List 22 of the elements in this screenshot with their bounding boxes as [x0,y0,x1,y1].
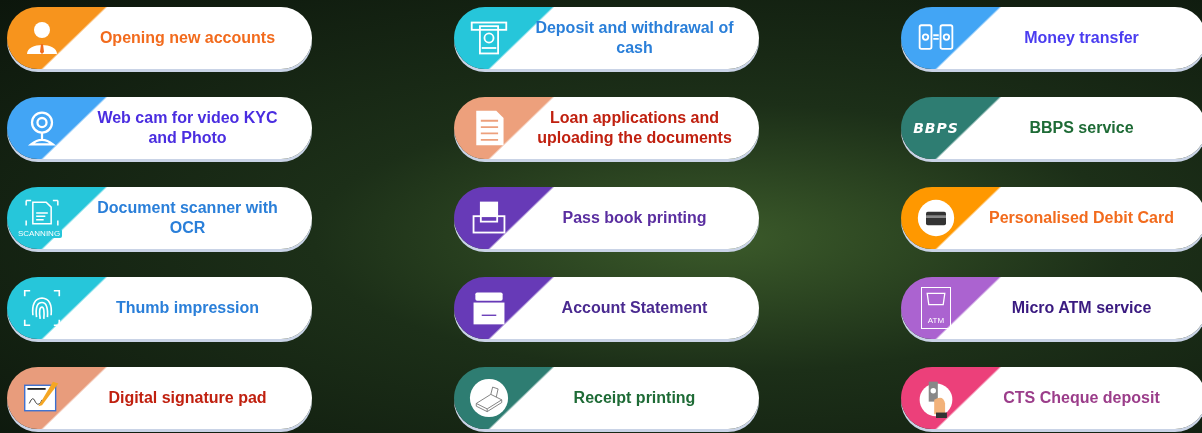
service-label: Pass book printing [561,208,708,228]
service-label: Personalised Debit Card [988,208,1175,228]
scanning-caption: SCANNING [15,229,63,238]
service-label: Account Statement [560,298,709,318]
service-label: Receipt printing [572,388,697,408]
service-label: Loan applications and uploading the documents [536,108,733,148]
service-label: Opening new accounts [98,28,277,48]
fingerprint-icon [22,288,62,328]
service-label: Thumb impression [114,298,261,318]
service-label: Money transfer [1023,28,1140,48]
service-label: BBPS service [1028,118,1135,138]
bbps-logo: BBPS [913,120,959,136]
receipt-printer-icon [469,378,509,418]
service-label: Web cam for video KYC and Photo [96,108,279,148]
service-label: Micro ATM service [1010,298,1153,318]
card-icon [916,198,956,238]
scanner-icon [22,198,62,228]
service-label: CTS Cheque deposit [1002,388,1161,408]
service-label: Deposit and withdrawal of cash [534,18,735,58]
atm-machine-icon: ATM [921,287,951,329]
service-label: Digital signature pad [107,388,268,408]
service-label: Document scanner with OCR [96,198,279,238]
